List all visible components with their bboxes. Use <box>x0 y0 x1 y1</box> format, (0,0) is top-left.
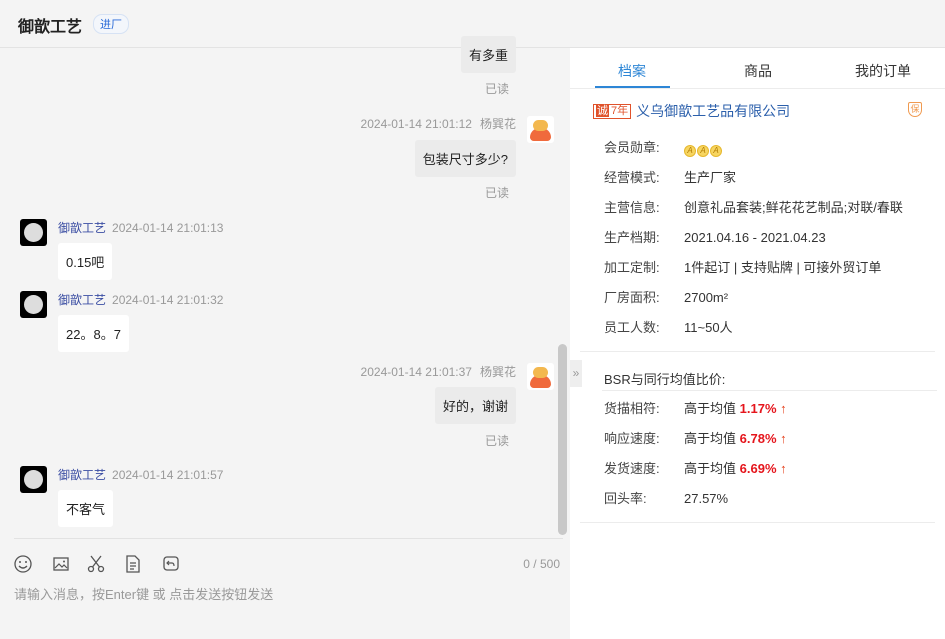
info-row: 生产档期: 2021.04.16 - 2021.04.23 <box>604 230 826 245</box>
arrow-up-icon: ↑ <box>780 461 787 476</box>
sender-name: 杨巽花 <box>479 365 516 379</box>
shop-info-panel: 档案 商品 我的订单 诚 7年 义乌御歆工艺品有限公司 保 会员勋章: A A A 经营模… <box>570 48 945 639</box>
bsr-row: 发货速度: 高于均值 6.69% ↑ <box>604 461 787 476</box>
bsr-row: 响应速度: 高于均值 6.78% ↑ <box>604 431 787 446</box>
scissors-icon[interactable] <box>86 554 106 574</box>
company-name-link[interactable]: 诚 7年 义乌御歆工艺品有限公司 <box>593 101 790 121</box>
tab-my-orders[interactable]: 我的订单 <box>855 61 911 81</box>
divider <box>14 538 563 539</box>
info-row: 经营模式: 生产厂家 <box>604 170 737 185</box>
message-time: 2024-01-14 21:01:13 <box>112 221 224 235</box>
image-icon[interactable] <box>51 554 71 574</box>
tab-products[interactable]: 商品 <box>744 61 772 81</box>
company-name[interactable]: 义乌御歆工艺品有限公司 <box>636 103 790 119</box>
shop-avatar[interactable] <box>20 219 47 246</box>
user-avatar[interactable] <box>527 116 554 143</box>
emoji-icon[interactable] <box>13 554 33 574</box>
arrow-up-icon: ↑ <box>780 401 787 416</box>
read-status: 已读 <box>485 186 510 200</box>
sender-name: 杨巽花 <box>479 117 516 131</box>
message-meta: 御歆工艺 2024-01-14 21:01:13 <box>58 219 223 236</box>
sender-name: 御歆工艺 <box>58 468 107 482</box>
shop-avatar[interactable] <box>20 291 47 318</box>
message-bubble: 有多重 <box>460 36 516 73</box>
shop-title[interactable]: 御歆工艺 <box>18 13 82 37</box>
factory-badge[interactable]: 进厂 <box>93 14 129 34</box>
divider <box>602 390 937 391</box>
info-row: 员工人数: 11~50人 <box>604 320 733 335</box>
message-time: 2024-01-14 21:01:57 <box>112 468 224 482</box>
message-time: 2024-01-14 21:01:12 <box>360 117 472 131</box>
info-row-medal: 会员勋章: A A A <box>604 137 723 157</box>
read-status: 已读 <box>485 434 510 448</box>
tab-profile[interactable]: 档案 <box>618 61 646 81</box>
bsr-title: BSR与同行均值比价: <box>604 372 726 387</box>
divider <box>580 351 935 352</box>
chat-scrollbar[interactable] <box>558 344 567 535</box>
sender-name: 御歆工艺 <box>58 293 107 307</box>
message-bubble: 不客气 <box>58 490 114 527</box>
message-bubble: 好的，谢谢 <box>434 387 516 424</box>
message-time: 2024-01-14 21:01:37 <box>360 365 472 379</box>
message-meta: 御歆工艺 2024-01-14 21:01:57 <box>58 466 223 483</box>
message-time: 2024-01-14 21:01:32 <box>112 293 224 307</box>
sender-name: 御歆工艺 <box>58 221 107 235</box>
message-bubble: 包装尺寸多少? <box>414 140 516 177</box>
info-row: 加工定制: 1件起订 | 支持贴牌 | 可接外贸订单 <box>604 260 882 275</box>
read-status: 已读 <box>485 82 510 96</box>
message-bubble: 0.15吧 <box>58 243 113 280</box>
arrow-up-icon: ↑ <box>780 431 787 446</box>
guarantee-shield-icon[interactable]: 保 <box>908 102 922 117</box>
user-avatar[interactable] <box>527 363 554 390</box>
char-counter: 0 / 500 <box>523 557 560 571</box>
file-icon[interactable] <box>123 554 143 574</box>
bsr-row: 货描相符: 高于均值 1.17% ↑ <box>604 401 787 416</box>
collapse-panel-chevron-icon[interactable]: » <box>570 360 582 387</box>
message-bubble: 22。8。7 <box>58 315 129 352</box>
message-input[interactable] <box>14 587 554 602</box>
recall-icon[interactable] <box>161 554 181 574</box>
medal-icon: AAA <box>684 140 723 157</box>
message-meta: 2024-01-14 21:01:12 杨巽花 <box>361 115 516 132</box>
divider <box>570 88 945 89</box>
message-meta: 2024-01-14 21:01:37 杨巽花 <box>361 363 516 380</box>
years-badge: 诚 7年 <box>593 104 632 119</box>
bsr-row: 回头率: 27.57% <box>604 491 729 506</box>
divider <box>580 522 935 523</box>
message-meta: 御歆工艺 2024-01-14 21:01:32 <box>58 291 223 308</box>
info-row: 厂房面积: 2700m² <box>604 290 729 305</box>
shop-avatar[interactable] <box>20 466 47 493</box>
info-row: 主营信息: 创意礼品套装;鲜花花艺制品;对联/春联 <box>604 200 903 215</box>
